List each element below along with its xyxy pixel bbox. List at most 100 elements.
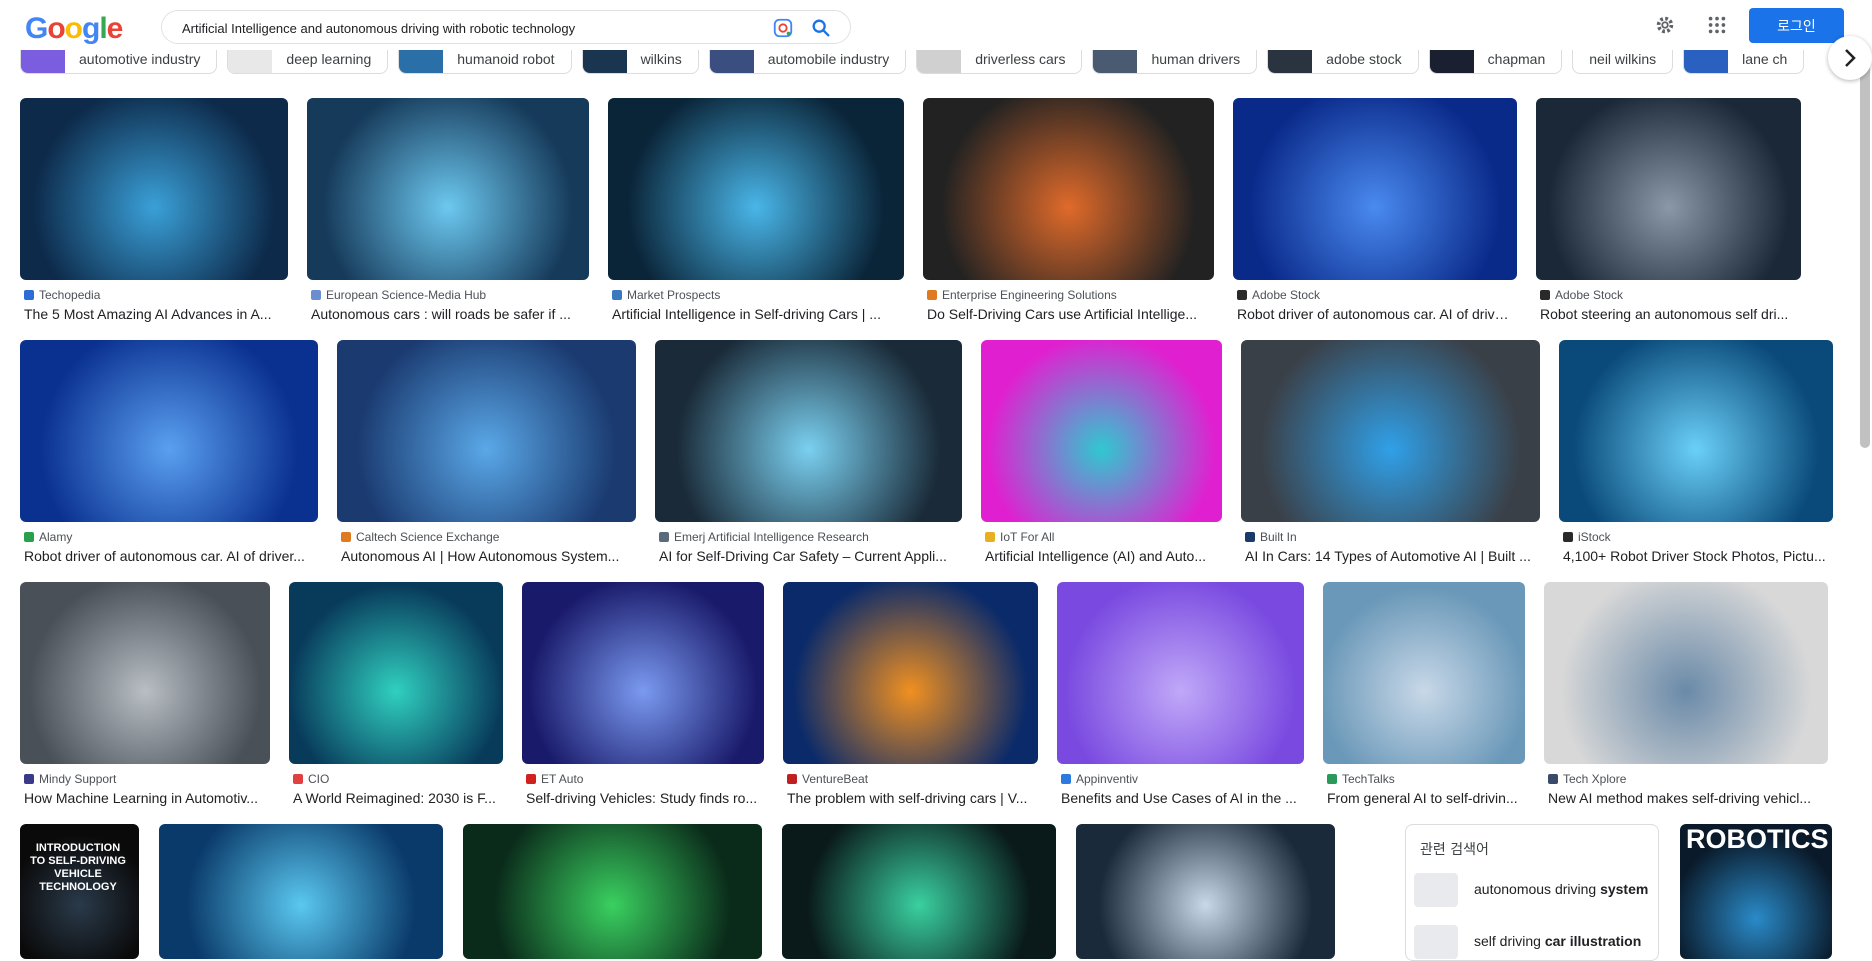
result-thumbnail[interactable]: INTRODUCTION TO SELF-DRIVING VEHICLE TEC… [20,824,139,959]
result-source[interactable]: Enterprise Engineering Solutions [927,288,1210,302]
result-source[interactable]: CIO [293,772,499,786]
chips-next-button[interactable] [1828,36,1872,80]
google-lens-icon[interactable] [772,17,794,39]
result-title[interactable]: AI In Cars: 14 Types of Automotive AI | … [1245,548,1536,564]
result-source[interactable]: Appinventiv [1061,772,1300,786]
result-title[interactable]: Artificial Intelligence in Self-driving … [612,306,900,322]
image-result-card[interactable]: INTRODUCTION TO SELF-DRIVING VEHICLE TEC… [20,824,139,959]
image-result-card[interactable]: CIO A World Reimagined: 2030 is F... [289,582,503,807]
result-source[interactable]: Built In [1245,530,1536,544]
result-source[interactable]: Tech Xplore [1548,772,1824,786]
result-title[interactable]: A World Reimagined: 2030 is F... [293,790,499,806]
related-search-item[interactable]: self driving car illustration [1414,921,1650,960]
image-result-card[interactable]: ET Auto Self-driving Vehicles: Study find… [522,582,764,807]
result-thumbnail[interactable] [923,98,1214,280]
image-result-card[interactable]: Caltech Science Exchange Autonomous AI | … [337,340,636,565]
result-source[interactable]: European Science-Media Hub [311,288,585,302]
result-thumbnail[interactable] [1323,582,1525,764]
search-box[interactable] [161,10,851,44]
result-title[interactable]: Do Self-Driving Cars use Artificial Inte… [927,306,1210,322]
image-result-card[interactable]: iStock 4,100+ Robot Driver Stock Photos, … [1559,340,1833,565]
result-source[interactable]: Emerj Artificial Intelligence Research [659,530,958,544]
image-result-card[interactable] [782,824,1056,959]
image-result-card[interactable]: IoT For All Artificial Intelligence (AI) … [981,340,1222,565]
result-title[interactable]: Autonomous cars : will roads be safer if… [311,306,585,322]
result-thumbnail[interactable] [20,340,318,522]
apps-grid-icon[interactable] [1706,14,1728,36]
image-result-card[interactable]: Adobe Stock Robot driver of autonomous ca… [1233,98,1517,323]
result-title[interactable]: From general AI to self-drivin... [1327,790,1521,806]
result-source[interactable]: TechTalks [1327,772,1521,786]
image-result-card[interactable]: Market Prospects Artificial Intelligence … [608,98,904,323]
result-title[interactable]: Robot driver of autonomous car. AI of dr… [1237,306,1513,322]
source-name: Market Prospects [627,288,721,302]
result-thumbnail[interactable] [1559,340,1833,522]
result-source[interactable]: Techopedia [24,288,284,302]
result-thumbnail[interactable] [655,340,962,522]
result-title[interactable]: Robot driver of autonomous car. AI of dr… [24,548,314,564]
result-thumbnail[interactable] [1241,340,1540,522]
search-input[interactable] [180,17,744,39]
result-title[interactable]: Benefits and Use Cases of AI in the ... [1061,790,1300,806]
result-source[interactable]: Adobe Stock [1237,288,1513,302]
result-title[interactable]: How Machine Learning in Automotiv... [24,790,266,806]
search-icon[interactable] [810,17,832,39]
image-result-card[interactable]: VentureBeat The problem with self-driving… [783,582,1038,807]
result-thumbnail[interactable] [783,582,1038,764]
image-result-card[interactable] [1076,824,1335,959]
image-result-card[interactable]: Tech Xplore New AI method makes self-driv… [1544,582,1828,807]
result-source[interactable]: Adobe Stock [1540,288,1797,302]
result-thumbnail[interactable] [307,98,589,280]
result-thumbnail[interactable] [20,98,288,280]
result-source[interactable]: Alamy [24,530,314,544]
result-title[interactable]: Artificial Intelligence (AI) and Auto... [985,548,1218,564]
result-thumbnail[interactable] [782,824,1056,959]
result-source[interactable]: IoT For All [985,530,1218,544]
image-result-card[interactable] [159,824,443,959]
result-title[interactable]: Robot steering an autonomous self dri... [1540,306,1797,322]
result-title[interactable]: 4,100+ Robot Driver Stock Photos, Pictu.… [1563,548,1829,564]
result-title[interactable]: Self-driving Vehicles: Study finds ro... [526,790,760,806]
result-source[interactable]: Market Prospects [612,288,900,302]
result-thumbnail[interactable] [522,582,764,764]
image-result-card[interactable]: Appinventiv Benefits and Use Cases of AI … [1057,582,1304,807]
result-title[interactable]: New AI method makes self-driving vehicl.… [1548,790,1824,806]
result-source[interactable]: VentureBeat [787,772,1034,786]
robotics-book-card[interactable]: ROBOTICS [1680,824,1832,959]
result-title[interactable]: The 5 Most Amazing AI Advances in A... [24,306,284,322]
image-result-card[interactable]: Enterprise Engineering Solutions Do Self-… [923,98,1214,323]
image-result-card[interactable]: Built In AI In Cars: 14 Types of Automoti… [1241,340,1540,565]
logo-letter: g [82,12,100,45]
image-result-card[interactable]: European Science-Media Hub Autonomous car… [307,98,589,323]
result-thumbnail[interactable] [1544,582,1828,764]
result-thumbnail[interactable] [1057,582,1304,764]
scrollbar[interactable] [1860,48,1870,448]
result-thumbnail[interactable] [981,340,1222,522]
result-source[interactable]: Caltech Science Exchange [341,530,632,544]
result-thumbnail[interactable] [159,824,443,959]
result-source[interactable]: Mindy Support [24,772,266,786]
result-source[interactable]: iStock [1563,530,1829,544]
result-thumbnail[interactable] [1076,824,1335,959]
image-result-card[interactable]: Mindy Support How Machine Learning in Aut… [20,582,270,807]
result-title[interactable]: AI for Self-Driving Car Safety – Current… [659,548,958,564]
image-result-card[interactable]: Alamy Robot driver of autonomous car. AI … [20,340,318,565]
result-thumbnail[interactable] [463,824,762,959]
google-logo[interactable]: Google [25,12,123,46]
result-title[interactable]: Autonomous AI | How Autonomous System... [341,548,632,564]
result-thumbnail[interactable] [1233,98,1517,280]
result-title[interactable]: The problem with self-driving cars | V..… [787,790,1034,806]
result-thumbnail[interactable] [1536,98,1801,280]
image-result-card[interactable]: Emerj Artificial Intelligence Research AI… [655,340,962,565]
image-result-card[interactable] [463,824,762,959]
gear-icon[interactable] [1654,14,1676,36]
image-result-card[interactable]: Techopedia The 5 Most Amazing AI Advances… [20,98,288,323]
result-thumbnail[interactable] [289,582,503,764]
result-thumbnail[interactable] [608,98,904,280]
image-result-card[interactable]: Adobe Stock Robot steering an autonomous … [1536,98,1801,323]
related-search-item[interactable]: autonomous driving system [1414,869,1650,909]
result-thumbnail[interactable] [337,340,636,522]
result-source[interactable]: ET Auto [526,772,760,786]
result-thumbnail[interactable] [20,582,270,764]
image-result-card[interactable]: TechTalks From general AI to self-drivin.… [1323,582,1525,807]
